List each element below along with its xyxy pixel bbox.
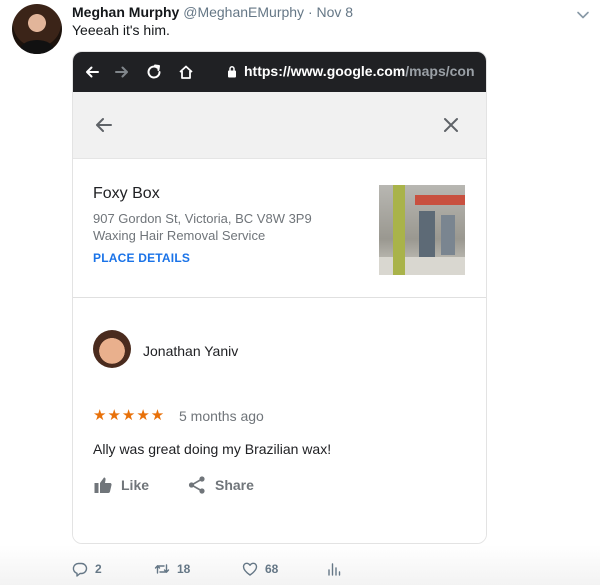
- share-label: Share: [215, 477, 254, 493]
- like-button[interactable]: Like: [93, 474, 149, 496]
- reply-button[interactable]: 2: [72, 561, 102, 577]
- header-separator: ·: [307, 4, 313, 20]
- address-bar[interactable]: https://www.google.com/maps/con: [244, 63, 475, 79]
- chevron-down-icon[interactable]: [576, 8, 590, 22]
- tweet-like-button[interactable]: 68: [242, 561, 278, 577]
- place-address: 907 Gordon St, Victoria, BC V8W 3P9: [93, 211, 312, 226]
- retweet-icon: [154, 564, 170, 574]
- thumbs-up-icon: [94, 477, 112, 493]
- analytics-icon: [328, 563, 341, 576]
- place-name[interactable]: Foxy Box: [93, 185, 160, 203]
- analytics-button[interactable]: [326, 561, 349, 577]
- tweet-actions: 2 18 68: [72, 561, 372, 579]
- author-name[interactable]: Meghan Murphy: [72, 4, 179, 20]
- tweet-header: Meghan Murphy @MeghanEMurphy · Nov 8: [72, 4, 353, 20]
- lock-icon: [228, 66, 236, 78]
- browser-toolbar: https://www.google.com/maps/con: [73, 52, 486, 92]
- maps-panel-header: [73, 92, 486, 158]
- tweet-date[interactable]: Nov 8: [317, 4, 354, 20]
- retweet-count: 18: [177, 562, 191, 576]
- like-label: Like: [121, 477, 150, 493]
- embedded-screenshot[interactable]: https://www.google.com/maps/con Foxy Box…: [72, 51, 487, 544]
- place-details-link[interactable]: PLACE DETAILS: [93, 251, 190, 265]
- tweet-text: Yeeeah it's him.: [72, 22, 170, 38]
- reply-icon: [72, 562, 88, 577]
- author-handle[interactable]: @MeghanEMurphy: [183, 4, 304, 20]
- url-path: /maps/con: [405, 63, 475, 79]
- review-time: 5 months ago: [179, 408, 264, 424]
- back-icon[interactable]: [83, 63, 101, 81]
- review-text: Ally was great doing my Brazilian wax!: [93, 441, 332, 457]
- place-photo[interactable]: [379, 185, 465, 275]
- tweet: Meghan Murphy @MeghanEMurphy · Nov 8 Yee…: [0, 0, 600, 585]
- place-card: Foxy Box 907 Gordon St, Victoria, BC V8W…: [73, 158, 486, 298]
- retweet-button[interactable]: 18: [154, 561, 190, 577]
- home-icon[interactable]: [177, 63, 195, 81]
- back-arrow-icon[interactable]: [93, 114, 115, 136]
- like-count: 68: [265, 562, 279, 576]
- reviewer-avatar[interactable]: [93, 330, 131, 368]
- url-host: https://www.google.com: [244, 63, 406, 79]
- heart-icon: [242, 562, 258, 576]
- author-avatar[interactable]: [12, 4, 62, 54]
- share-button[interactable]: Share: [187, 474, 254, 496]
- close-icon[interactable]: [442, 116, 460, 134]
- share-icon: [188, 476, 205, 494]
- forward-icon[interactable]: [113, 63, 131, 81]
- star-rating: ★★★★★: [93, 407, 166, 424]
- reply-count: 2: [95, 562, 102, 576]
- reviewer-name[interactable]: Jonathan Yaniv: [143, 343, 238, 359]
- place-category: Waxing Hair Removal Service: [93, 228, 266, 243]
- reload-icon[interactable]: [145, 63, 163, 81]
- review-card: Jonathan Yaniv ★★★★★ 5 months ago Ally w…: [73, 298, 486, 543]
